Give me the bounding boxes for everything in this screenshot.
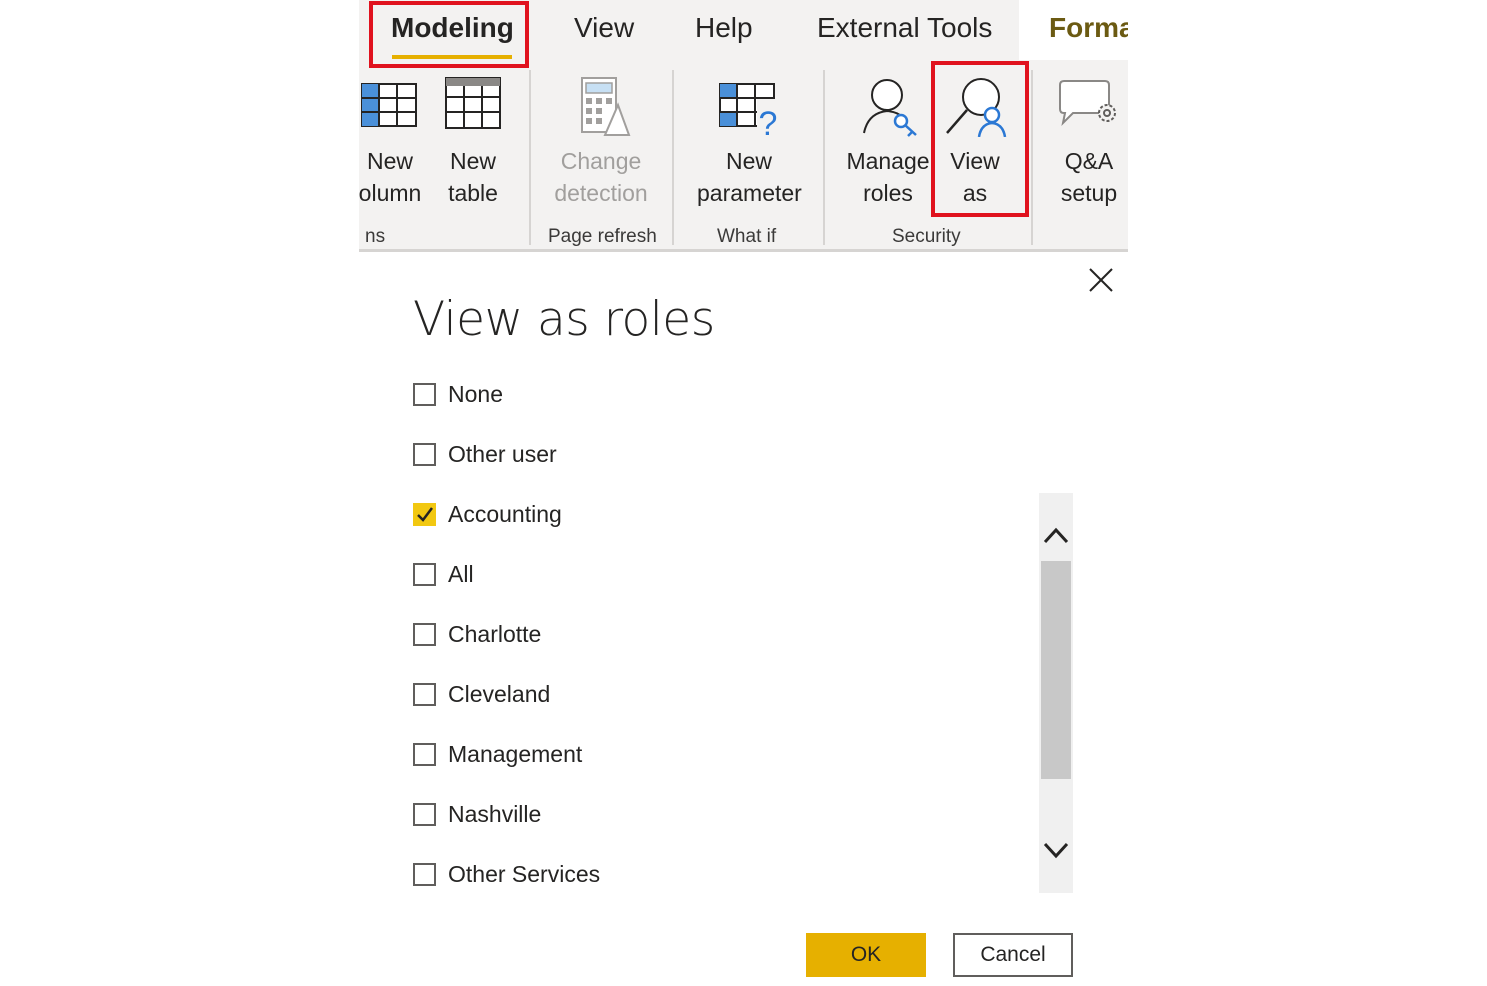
role-label: Accounting — [448, 500, 562, 527]
tab-help[interactable]: Help — [695, 12, 753, 44]
role-label: Nashville — [448, 800, 542, 827]
group-what-if-label: What if — [717, 226, 777, 247]
tab-view[interactable]: View — [574, 12, 634, 44]
role-option-other-user[interactable]: Other user — [413, 439, 557, 469]
group-page-refresh-label: Page refresh — [548, 226, 657, 247]
checkbox[interactable] — [413, 442, 436, 466]
role-option-other-services[interactable]: Other Services — [413, 859, 600, 889]
view-as-highlight — [931, 61, 1029, 217]
checkbox[interactable] — [413, 862, 436, 886]
checkbox[interactable] — [413, 682, 436, 706]
group-security-label: Security — [892, 226, 961, 247]
new-table-label: New table — [448, 148, 498, 206]
scroll-up-button[interactable] — [1039, 519, 1073, 553]
ribbon-separator — [529, 70, 531, 245]
calculator-icon — [581, 77, 631, 136]
role-label: Charlotte — [448, 620, 542, 647]
role-label: Other user — [448, 440, 557, 467]
role-option-none[interactable]: None — [413, 379, 503, 409]
scrollbar-thumb[interactable] — [1041, 561, 1071, 779]
roles-scrollbar[interactable] — [1039, 493, 1073, 893]
checkmark-icon — [417, 506, 433, 522]
svg-text:?: ? — [759, 105, 778, 137]
checkbox[interactable] — [413, 742, 436, 766]
ribbon-separator — [672, 70, 674, 245]
new-parameter-label: New parameter — [697, 148, 802, 206]
role-option-charlotte[interactable]: Charlotte — [413, 619, 541, 649]
chevron-up-icon — [1043, 527, 1069, 544]
role-label: All — [448, 560, 474, 587]
role-option-cleveland[interactable]: Cleveland — [413, 679, 550, 709]
checkbox[interactable] — [413, 382, 436, 406]
tab-format[interactable]: Forma — [1049, 12, 1128, 44]
close-icon[interactable] — [1087, 266, 1115, 294]
manage-roles-icon — [863, 79, 917, 137]
ok-button[interactable]: OK — [806, 933, 926, 977]
modeling-tab-highlight — [369, 1, 529, 68]
role-option-accounting[interactable]: Accounting — [413, 499, 562, 529]
role-label: Management — [448, 740, 583, 767]
ribbon: Modeling View Help External Tools Forma … — [359, 0, 1128, 252]
checkbox[interactable] — [413, 562, 436, 586]
ribbon-separator — [823, 70, 825, 245]
role-label: Other Services — [448, 860, 601, 887]
role-label: Cleveland — [448, 680, 551, 707]
role-option-all[interactable]: All — [413, 559, 474, 589]
checkbox[interactable] — [413, 802, 436, 826]
group-calculations-label: ns — [365, 226, 386, 247]
ribbon-separator — [1031, 70, 1033, 245]
qa-setup-label: Q&A setup — [1060, 148, 1118, 206]
new-table-icon — [445, 77, 501, 129]
qa-setup-icon — [1059, 80, 1116, 127]
new-parameter-icon: ? — [719, 83, 779, 137]
chevron-down-icon — [1043, 842, 1069, 859]
role-label: None — [448, 380, 503, 407]
dialog-title: View as roles — [413, 292, 715, 347]
cancel-button[interactable]: Cancel — [953, 933, 1073, 977]
tab-external-tools[interactable]: External Tools — [817, 12, 992, 44]
scroll-down-button[interactable] — [1039, 833, 1073, 867]
checkbox-checked[interactable] — [413, 502, 436, 526]
role-option-nashville[interactable]: Nashville — [413, 799, 541, 829]
change-detection-label: Change detection — [554, 148, 648, 206]
checkbox[interactable] — [413, 622, 436, 646]
role-option-management[interactable]: Management — [413, 739, 582, 769]
new-column-icon — [361, 83, 417, 127]
